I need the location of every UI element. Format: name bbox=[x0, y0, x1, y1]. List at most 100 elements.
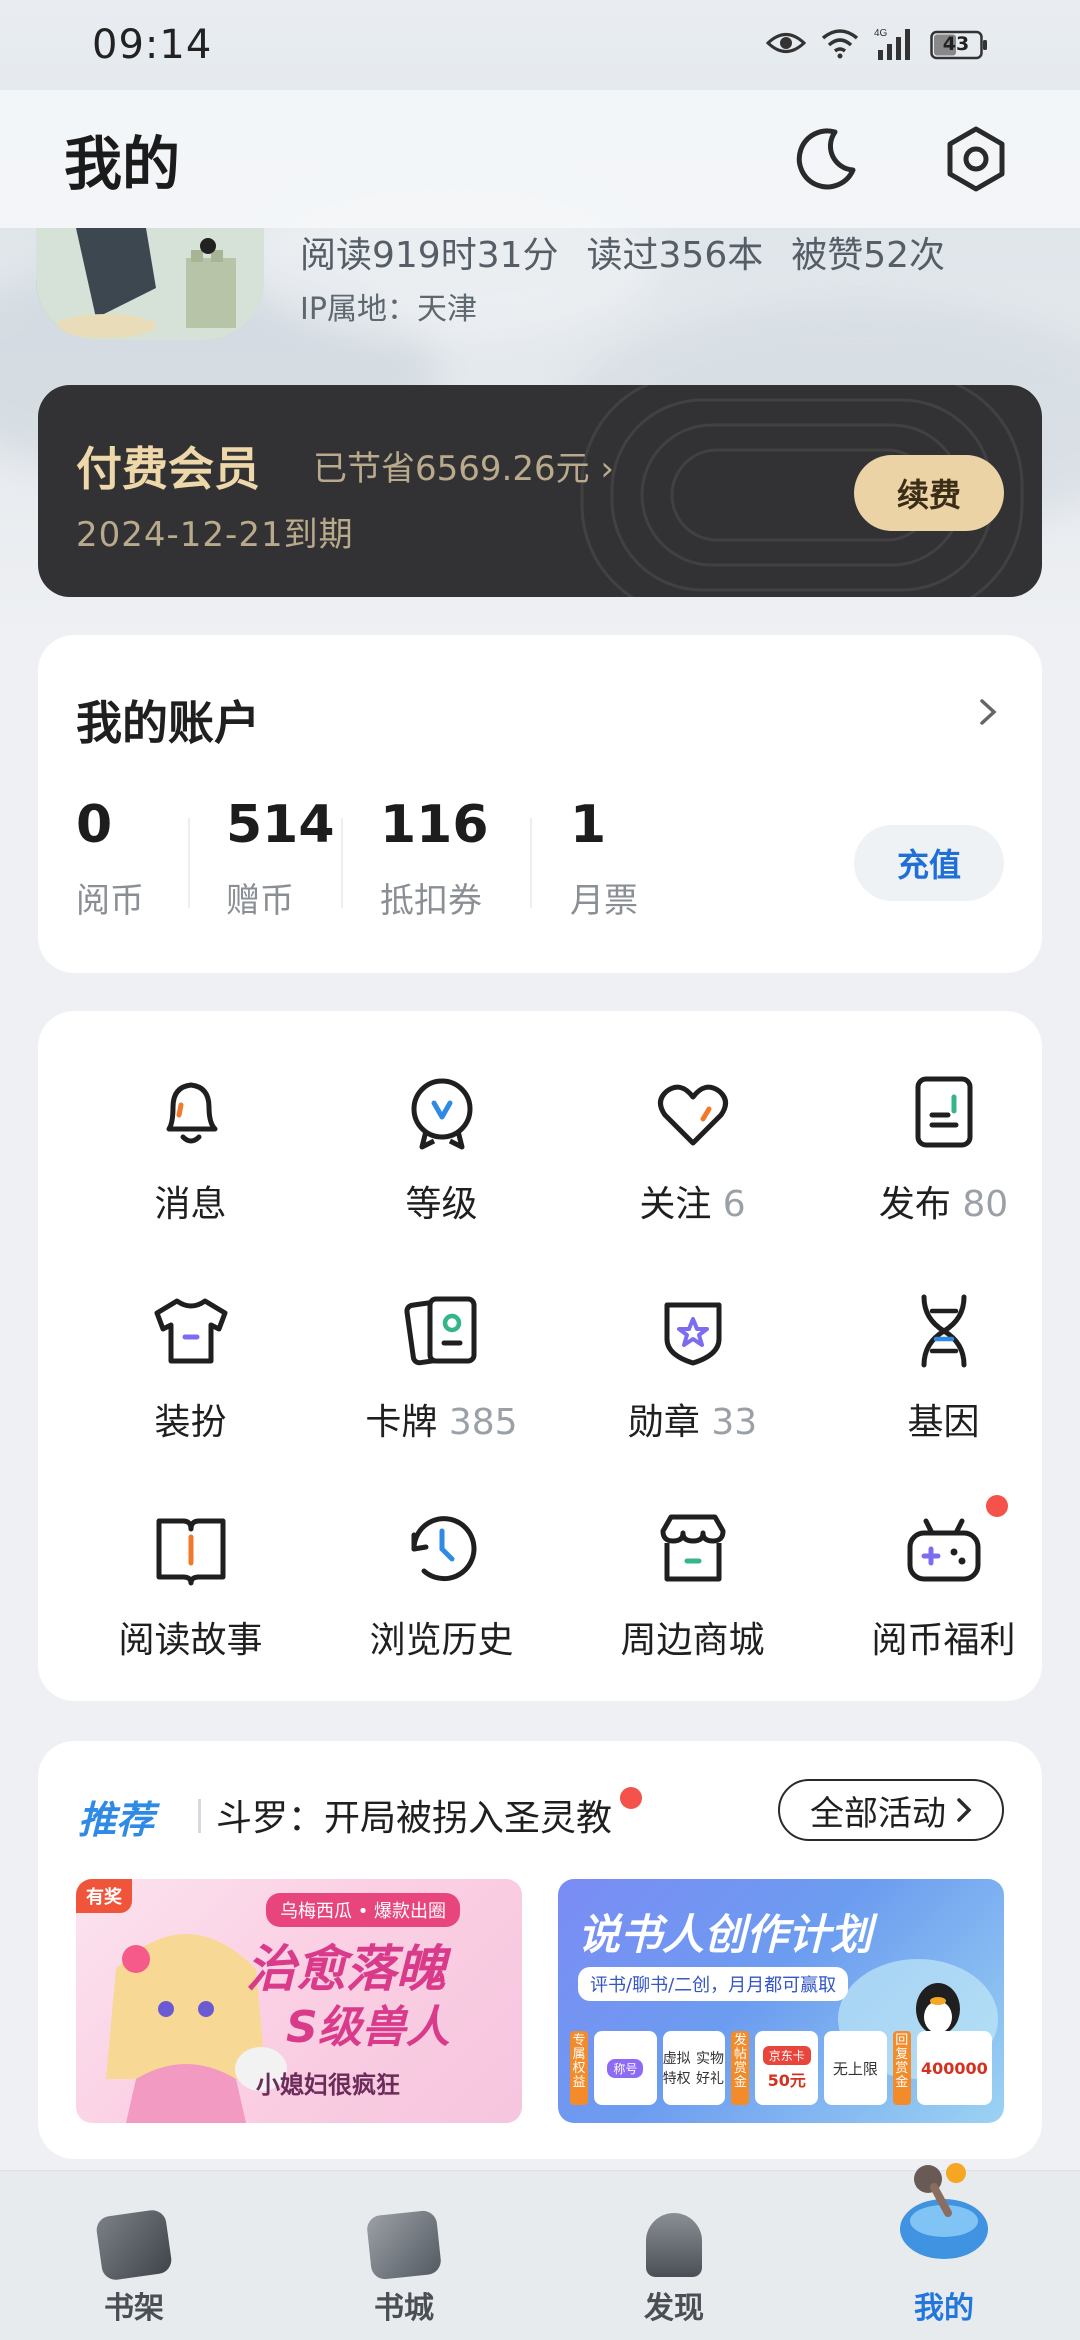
avatar[interactable] bbox=[36, 228, 264, 340]
books-read: 读过356本 bbox=[586, 235, 764, 276]
divider bbox=[198, 1799, 201, 1833]
nav-label: 发现 bbox=[644, 2291, 704, 2326]
feature-label: 消息 bbox=[154, 1184, 227, 1225]
feature-label: 卡牌 bbox=[365, 1402, 438, 1443]
feature-count: 33 bbox=[711, 1402, 758, 1443]
svg-text:4G: 4G bbox=[874, 28, 888, 39]
feature-label: 勋章 bbox=[627, 1402, 700, 1443]
feature-count: 80 bbox=[962, 1184, 1009, 1225]
moon-icon[interactable] bbox=[786, 119, 866, 199]
banner-novel[interactable]: 有奖 乌梅西瓜 • 爆款出圈 治愈落魄 S级兽人 小媳妇很疯狂 bbox=[76, 1879, 522, 2123]
chevron-right-icon[interactable] bbox=[976, 697, 1000, 731]
cards-icon bbox=[400, 1289, 484, 1373]
feature-count: 385 bbox=[448, 1402, 518, 1443]
reading-stats: 阅读919时31分 读过356本 被赞52次 bbox=[300, 226, 945, 278]
shop-icon bbox=[651, 1507, 735, 1591]
wifi-icon bbox=[820, 27, 860, 63]
ip-location: IP属地：天津 bbox=[300, 292, 477, 327]
level-badge-icon bbox=[400, 1071, 484, 1155]
recommend-headline[interactable]: 斗罗：开局被拐入圣灵教 bbox=[216, 1789, 612, 1841]
metric-gift-coins[interactable]: 514 赠币 bbox=[226, 795, 335, 922]
feature-shop[interactable]: 周边商城 bbox=[567, 1447, 818, 1661]
nav-mine[interactable]: 我的 bbox=[844, 2163, 1044, 2340]
feature-label: 基因 bbox=[907, 1402, 980, 1443]
page-header: 我的 bbox=[0, 90, 1080, 228]
vip-saved[interactable]: 已节省6569.26元 › bbox=[313, 441, 614, 490]
feature-history[interactable]: 浏览历史 bbox=[316, 1447, 567, 1661]
feature-label: 装扮 bbox=[154, 1402, 227, 1443]
notification-dot bbox=[985, 1495, 1008, 1517]
divider bbox=[530, 818, 532, 908]
feature-follow[interactable]: 关注 6 bbox=[567, 1011, 818, 1225]
account-title: 我的账户 bbox=[76, 696, 260, 750]
banner-rewards-row: 专属权益 称号 虚拟特权 实物好礼 发帖赏金 京东卡 50元 无上限 回复赏金 4… bbox=[570, 2031, 992, 2105]
banner-subtitle: 评书/聊书/二创，月月都可赢取 bbox=[578, 1967, 849, 2001]
read-time: 阅读919时31分 bbox=[300, 235, 559, 276]
feature-dressup[interactable]: 装扮 bbox=[65, 1229, 316, 1443]
metric-monthly-tickets[interactable]: 1 月票 bbox=[570, 795, 638, 922]
features-grid: 消息 等级 关注 6 发布 80 装扮 卡牌 385 勋章 33 基因 阅读故事… bbox=[38, 1011, 1042, 1701]
feature-label: 等级 bbox=[405, 1184, 478, 1225]
history-clock-icon bbox=[400, 1507, 484, 1591]
feature-messages[interactable]: 消息 bbox=[65, 1011, 316, 1225]
vip-expiry: 2024-12-21到期 bbox=[76, 515, 354, 555]
open-book-icon bbox=[149, 1507, 233, 1591]
metric-coupons[interactable]: 116 抵扣券 bbox=[380, 795, 489, 922]
divider bbox=[188, 818, 190, 908]
nav-label: 书架 bbox=[104, 2291, 164, 2326]
battery-icon: 43 bbox=[930, 30, 988, 60]
divider bbox=[341, 818, 343, 908]
recommend-tag: 推荐 bbox=[78, 1798, 155, 1842]
mine-icon bbox=[894, 2157, 994, 2263]
document-icon bbox=[902, 1071, 986, 1155]
feature-label: 发布 bbox=[878, 1184, 951, 1225]
feature-count: 6 bbox=[722, 1184, 746, 1225]
nav-discover[interactable]: 发现 bbox=[574, 2171, 774, 2340]
feature-label: 周边商城 bbox=[620, 1620, 765, 1661]
banner-top-ribbon: 乌梅西瓜 • 爆款出圈 bbox=[266, 1893, 461, 1927]
bookstore-icon bbox=[365, 2209, 443, 2281]
likes-count: 被赞52次 bbox=[791, 235, 946, 276]
signal-icon: 4G bbox=[874, 26, 916, 64]
feature-level[interactable]: 等级 bbox=[316, 1011, 567, 1225]
feature-label: 阅币福利 bbox=[871, 1620, 1016, 1661]
all-activities-button[interactable]: 全部活动 bbox=[778, 1779, 1004, 1841]
banner-subtitle: 小媳妇很疯狂 bbox=[256, 2071, 400, 2099]
metric-reading-coins[interactable]: 0 阅币 bbox=[76, 795, 144, 922]
settings-hex-icon[interactable] bbox=[936, 119, 1016, 199]
account-card[interactable]: 我的账户 0 阅币 514 赠币 116 抵扣券 1 月票 充值 bbox=[38, 635, 1042, 973]
page-title: 我的 bbox=[64, 130, 181, 198]
feature-medals[interactable]: 勋章 33 bbox=[567, 1229, 818, 1443]
status-time: 09:14 bbox=[92, 22, 213, 68]
nav-label: 书城 bbox=[374, 2291, 434, 2326]
feature-reading-story[interactable]: 阅读故事 bbox=[65, 1447, 316, 1661]
vip-card[interactable]: 付费会员 已节省6569.26元 › 2024-12-21到期 续费 bbox=[38, 385, 1042, 597]
feature-label: 浏览历史 bbox=[369, 1620, 514, 1661]
feature-cards[interactable]: 卡牌 385 bbox=[316, 1229, 567, 1443]
feature-label: 阅读故事 bbox=[118, 1620, 263, 1661]
bottom-nav: 书架 书城 发现 我的 bbox=[0, 2163, 1080, 2340]
feature-label: 关注 bbox=[639, 1184, 712, 1225]
bookshelf-icon bbox=[94, 2208, 174, 2282]
nav-label: 我的 bbox=[914, 2291, 974, 2326]
banner-title: 说书人创作计划 bbox=[578, 1910, 873, 1959]
nav-bookshelf[interactable]: 书架 bbox=[34, 2171, 234, 2340]
status-bar: 09:14 4G 43 bbox=[0, 0, 1080, 90]
all-activities-label: 全部活动 bbox=[810, 1793, 946, 1834]
heart-icon bbox=[651, 1071, 735, 1155]
gamepad-icon bbox=[902, 1495, 1008, 1591]
tshirt-icon bbox=[149, 1289, 233, 1373]
battery-level: 43 bbox=[942, 33, 970, 55]
vip-title: 付费会员 bbox=[76, 442, 260, 496]
renew-button[interactable]: 续费 bbox=[854, 455, 1004, 531]
nav-bookstore[interactable]: 书城 bbox=[304, 2171, 504, 2340]
chevron-right-icon bbox=[957, 1798, 972, 1822]
discover-icon bbox=[646, 2213, 702, 2277]
medal-icon bbox=[651, 1289, 735, 1373]
feature-coin-welfare[interactable]: 阅币福利 bbox=[818, 1447, 1069, 1661]
recharge-button[interactable]: 充值 bbox=[854, 825, 1004, 901]
feature-gene[interactable]: 基因 bbox=[818, 1229, 1069, 1443]
feature-publish[interactable]: 发布 80 bbox=[818, 1011, 1069, 1225]
banner-main-title-2: S级兽人 bbox=[286, 2002, 450, 2053]
banner-storyteller-plan[interactable]: 说书人创作计划 评书/聊书/二创，月月都可赢取 专属权益 称号 虚拟特权 实物好礼… bbox=[558, 1879, 1004, 2123]
